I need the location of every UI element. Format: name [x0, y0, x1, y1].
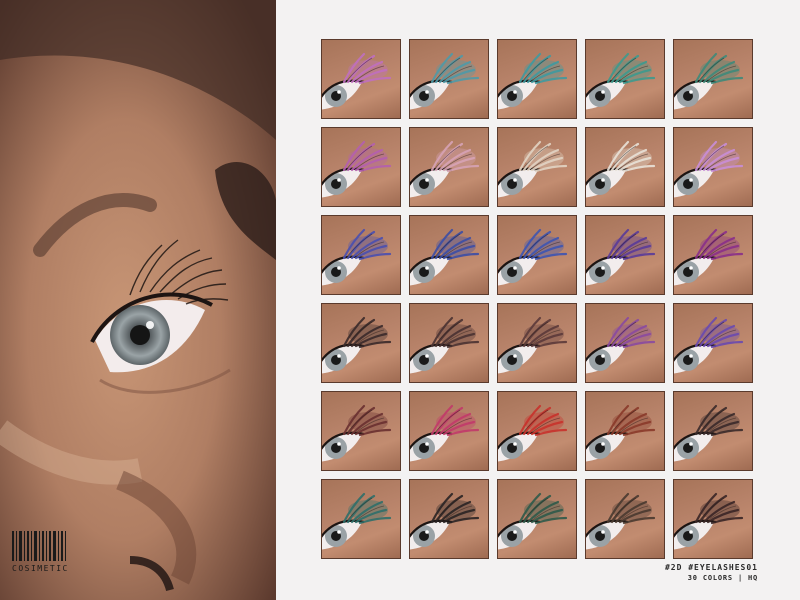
eyelash-swatch[interactable] [321, 479, 401, 559]
eye-thumbnail [586, 404, 656, 462]
brand-name: COSIMETIC [12, 564, 69, 573]
brand-logo: COSIMETIC [12, 531, 74, 573]
eyelash-swatch[interactable] [673, 303, 753, 383]
eyelash-swatch[interactable] [497, 127, 577, 207]
eye-thumbnail [322, 140, 392, 198]
eyelash-swatch[interactable] [321, 303, 401, 383]
eye-thumbnail [410, 404, 480, 462]
eyelash-swatch[interactable] [585, 127, 665, 207]
product-subtitle: 30 COLORS | HQ [687, 574, 758, 582]
eye-thumbnail [410, 316, 480, 374]
eyelash-swatch[interactable] [497, 391, 577, 471]
eyelash-swatch[interactable] [585, 479, 665, 559]
eye-thumbnail [674, 404, 744, 462]
hero-closeup-image: COSIMETIC [0, 0, 276, 600]
eyelash-swatch[interactable] [321, 391, 401, 471]
eye-thumbnail [586, 140, 656, 198]
eye-thumbnail [586, 52, 656, 110]
eyelash-swatch[interactable] [409, 39, 489, 119]
eyelash-swatch[interactable] [673, 39, 753, 119]
eye-thumbnail [674, 140, 744, 198]
eyelash-swatch[interactable] [585, 391, 665, 471]
eyelash-swatch[interactable] [585, 39, 665, 119]
product-title: #2D #EYELASHES01 [664, 563, 758, 572]
swatch-grid [321, 39, 753, 559]
product-caption: #2D #EYELASHES01 30 COLORS | HQ [665, 563, 758, 582]
eyelash-swatch[interactable] [673, 479, 753, 559]
eye-thumbnail [322, 228, 392, 286]
eye-thumbnail [586, 228, 656, 286]
eye-thumbnail [586, 316, 656, 374]
eye-thumbnail [322, 404, 392, 462]
eyelash-swatch[interactable] [673, 391, 753, 471]
eyelash-swatch[interactable] [409, 479, 489, 559]
eyelash-swatch[interactable] [409, 391, 489, 471]
eye-thumbnail [498, 404, 568, 462]
eyelash-swatch[interactable] [409, 127, 489, 207]
eye-thumbnail [498, 492, 568, 550]
eye-thumbnail [674, 316, 744, 374]
eye-thumbnail [498, 140, 568, 198]
face-closeup-illustration [0, 0, 276, 600]
eye-thumbnail [410, 228, 480, 286]
eyelash-swatch[interactable] [409, 215, 489, 295]
eyelash-swatch[interactable] [585, 303, 665, 383]
eyelash-swatch[interactable] [497, 39, 577, 119]
eyelash-swatch[interactable] [321, 127, 401, 207]
eye-thumbnail [674, 228, 744, 286]
eyelash-swatch[interactable] [673, 215, 753, 295]
eyelash-swatch[interactable] [321, 215, 401, 295]
eye-thumbnail [322, 52, 392, 110]
eye-thumbnail [498, 316, 568, 374]
eye-thumbnail [322, 316, 392, 374]
eyelash-swatch[interactable] [585, 215, 665, 295]
eye-thumbnail [410, 52, 480, 110]
barcode-icon [12, 531, 74, 561]
eyelash-swatch[interactable] [497, 303, 577, 383]
eye-thumbnail [410, 492, 480, 550]
eye-thumbnail [674, 492, 744, 550]
eye-thumbnail [586, 492, 656, 550]
eyelash-swatch[interactable] [673, 127, 753, 207]
eye-thumbnail [322, 492, 392, 550]
eye-thumbnail [498, 52, 568, 110]
eyelash-swatch[interactable] [321, 39, 401, 119]
eye-thumbnail [410, 140, 480, 198]
eyelash-swatch[interactable] [497, 479, 577, 559]
eye-thumbnail [674, 52, 744, 110]
eyelash-swatch[interactable] [409, 303, 489, 383]
eyelash-swatch[interactable] [497, 215, 577, 295]
eye-thumbnail [498, 228, 568, 286]
